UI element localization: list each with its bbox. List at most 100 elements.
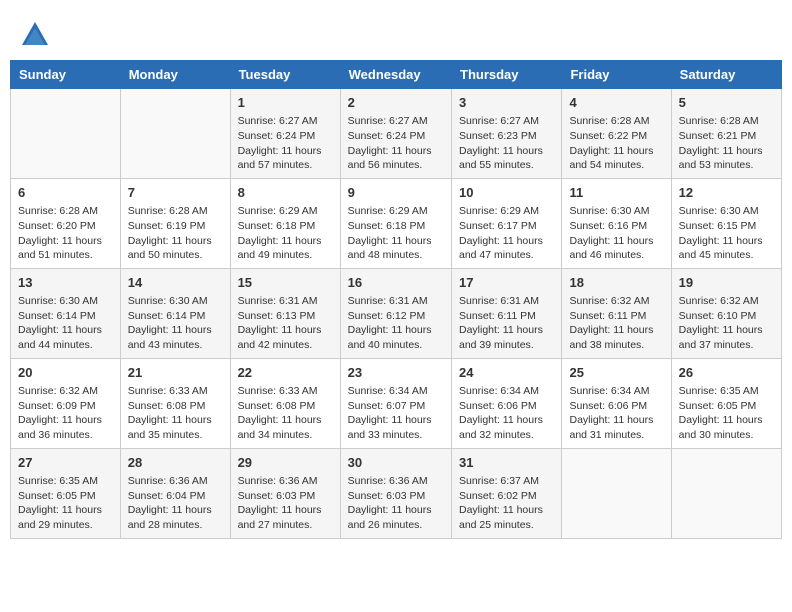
calendar-day-cell: 19Sunrise: 6:32 AMSunset: 6:10 PMDayligh… — [671, 268, 781, 358]
day-of-week-header: Saturday — [671, 61, 781, 89]
calendar-day-cell: 20 Sunrise: 6:32 AMSunset: 6:09 PMDayligh… — [11, 358, 121, 448]
day-number: 20 — [18, 364, 113, 382]
calendar-day-cell: 31Sunrise: 6:37 AMSunset: 6:02 PMDayligh… — [452, 448, 562, 538]
day-number: 19 — [679, 274, 774, 292]
day-info: Sunrise: 6:30 AMSunset: 6:15 PMDaylight:… — [679, 204, 774, 263]
day-info: Sunrise: 6:36 AMSunset: 6:03 PMDaylight:… — [348, 474, 444, 533]
day-of-week-header: Thursday — [452, 61, 562, 89]
day-info: Sunrise: 6:32 AMSunset: 6:11 PMDaylight:… — [569, 294, 663, 353]
calendar-day-cell: 5 Sunrise: 6:28 AMSunset: 6:21 PMDaylight… — [671, 89, 781, 179]
day-info: Sunrise: 6:33 AMSunset: 6:08 PMDaylight:… — [128, 384, 223, 443]
day-info: Sunrise: 6:28 AMSunset: 6:22 PMDaylight:… — [569, 114, 663, 173]
day-number: 24 — [459, 364, 554, 382]
calendar-day-cell — [11, 89, 121, 179]
day-info: Sunrise: 6:34 AMSunset: 6:07 PMDaylight:… — [348, 384, 444, 443]
calendar-day-cell: 27Sunrise: 6:35 AMSunset: 6:05 PMDayligh… — [11, 448, 121, 538]
calendar-day-cell: 1 Sunrise: 6:27 AMSunset: 6:24 PMDaylight… — [230, 89, 340, 179]
calendar-day-cell: 12Sunrise: 6:30 AMSunset: 6:15 PMDayligh… — [671, 178, 781, 268]
day-number: 9 — [348, 184, 444, 202]
calendar-day-cell: 15 Sunrise: 6:31 AMSunset: 6:13 PMDayligh… — [230, 268, 340, 358]
day-info: Sunrise: 6:31 AMSunset: 6:13 PMDaylight:… — [238, 294, 333, 353]
calendar-day-cell: 10 Sunrise: 6:29 AMSunset: 6:17 PMDayligh… — [452, 178, 562, 268]
logo — [20, 20, 54, 50]
day-number: 22 — [238, 364, 333, 382]
calendar-day-cell: 28 Sunrise: 6:36 AMSunset: 6:04 PMDayligh… — [120, 448, 230, 538]
calendar-day-cell: 17 Sunrise: 6:31 AMSunset: 6:11 PMDayligh… — [452, 268, 562, 358]
day-number: 23 — [348, 364, 444, 382]
calendar-week-row: 20 Sunrise: 6:32 AMSunset: 6:09 PMDayligh… — [11, 358, 782, 448]
day-number: 21 — [128, 364, 223, 382]
day-info: Sunrise: 6:29 AMSunset: 6:18 PMDaylight:… — [348, 204, 444, 263]
calendar-day-cell: 16 Sunrise: 6:31 AMSunset: 6:12 PMDayligh… — [340, 268, 451, 358]
calendar-day-cell: 29 Sunrise: 6:36 AMSunset: 6:03 PMDayligh… — [230, 448, 340, 538]
day-info: Sunrise: 6:35 AMSunset: 6:05 PMDaylight:… — [18, 474, 113, 533]
calendar-day-cell: 21 Sunrise: 6:33 AMSunset: 6:08 PMDayligh… — [120, 358, 230, 448]
calendar-day-cell: 18 Sunrise: 6:32 AMSunset: 6:11 PMDayligh… — [562, 268, 671, 358]
day-info: Sunrise: 6:32 AMSunset: 6:09 PMDaylight:… — [18, 384, 113, 443]
day-number: 6 — [18, 184, 113, 202]
day-of-week-header: Monday — [120, 61, 230, 89]
day-number: 2 — [348, 94, 444, 112]
calendar-week-row: 1 Sunrise: 6:27 AMSunset: 6:24 PMDaylight… — [11, 89, 782, 179]
day-of-week-header: Friday — [562, 61, 671, 89]
day-info: Sunrise: 6:28 AMSunset: 6:19 PMDaylight:… — [128, 204, 223, 263]
day-number: 29 — [238, 454, 333, 472]
calendar-day-cell — [120, 89, 230, 179]
day-info: Sunrise: 6:36 AMSunset: 6:03 PMDaylight:… — [238, 474, 333, 533]
calendar-day-cell: 4 Sunrise: 6:28 AMSunset: 6:22 PMDaylight… — [562, 89, 671, 179]
calendar-day-cell: 30 Sunrise: 6:36 AMSunset: 6:03 PMDayligh… — [340, 448, 451, 538]
day-info: Sunrise: 6:28 AMSunset: 6:20 PMDaylight:… — [18, 204, 113, 263]
calendar-day-cell: 6 Sunrise: 6:28 AMSunset: 6:20 PMDaylight… — [11, 178, 121, 268]
calendar-header-row: SundayMondayTuesdayWednesdayThursdayFrid… — [11, 61, 782, 89]
day-number: 17 — [459, 274, 554, 292]
day-number: 11 — [569, 184, 663, 202]
day-info: Sunrise: 6:27 AMSunset: 6:24 PMDaylight:… — [238, 114, 333, 173]
day-info: Sunrise: 6:30 AMSunset: 6:14 PMDaylight:… — [18, 294, 113, 353]
day-number: 15 — [238, 274, 333, 292]
day-info: Sunrise: 6:29 AMSunset: 6:18 PMDaylight:… — [238, 204, 333, 263]
calendar-day-cell — [562, 448, 671, 538]
day-info: Sunrise: 6:34 AMSunset: 6:06 PMDaylight:… — [459, 384, 554, 443]
day-info: Sunrise: 6:36 AMSunset: 6:04 PMDaylight:… — [128, 474, 223, 533]
calendar-day-cell: 23 Sunrise: 6:34 AMSunset: 6:07 PMDayligh… — [340, 358, 451, 448]
calendar-day-cell: 2 Sunrise: 6:27 AMSunset: 6:24 PMDaylight… — [340, 89, 451, 179]
day-number: 13 — [18, 274, 113, 292]
calendar-table: SundayMondayTuesdayWednesdayThursdayFrid… — [10, 60, 782, 539]
calendar-day-cell: 11 Sunrise: 6:30 AMSunset: 6:16 PMDayligh… — [562, 178, 671, 268]
calendar-day-cell: 22 Sunrise: 6:33 AMSunset: 6:08 PMDayligh… — [230, 358, 340, 448]
day-info: Sunrise: 6:31 AMSunset: 6:11 PMDaylight:… — [459, 294, 554, 353]
calendar-day-cell: 13 Sunrise: 6:30 AMSunset: 6:14 PMDayligh… — [11, 268, 121, 358]
day-info: Sunrise: 6:27 AMSunset: 6:24 PMDaylight:… — [348, 114, 444, 173]
day-number: 30 — [348, 454, 444, 472]
day-number: 5 — [679, 94, 774, 112]
day-of-week-header: Sunday — [11, 61, 121, 89]
page-header — [10, 10, 782, 55]
day-info: Sunrise: 6:28 AMSunset: 6:21 PMDaylight:… — [679, 114, 774, 173]
day-of-week-header: Wednesday — [340, 61, 451, 89]
day-number: 7 — [128, 184, 223, 202]
calendar-day-cell — [671, 448, 781, 538]
day-info: Sunrise: 6:34 AMSunset: 6:06 PMDaylight:… — [569, 384, 663, 443]
day-info: Sunrise: 6:30 AMSunset: 6:14 PMDaylight:… — [128, 294, 223, 353]
calendar-day-cell: 9 Sunrise: 6:29 AMSunset: 6:18 PMDaylight… — [340, 178, 451, 268]
logo-icon — [20, 20, 50, 50]
day-info: Sunrise: 6:33 AMSunset: 6:08 PMDaylight:… — [238, 384, 333, 443]
day-number: 1 — [238, 94, 333, 112]
day-info: Sunrise: 6:29 AMSunset: 6:17 PMDaylight:… — [459, 204, 554, 263]
day-number: 28 — [128, 454, 223, 472]
day-number: 16 — [348, 274, 444, 292]
day-number: 3 — [459, 94, 554, 112]
day-number: 18 — [569, 274, 663, 292]
calendar-day-cell: 8Sunrise: 6:29 AMSunset: 6:18 PMDaylight… — [230, 178, 340, 268]
calendar-day-cell: 3 Sunrise: 6:27 AMSunset: 6:23 PMDaylight… — [452, 89, 562, 179]
calendar-day-cell: 7 Sunrise: 6:28 AMSunset: 6:19 PMDaylight… — [120, 178, 230, 268]
calendar-day-cell: 26Sunrise: 6:35 AMSunset: 6:05 PMDayligh… — [671, 358, 781, 448]
day-info: Sunrise: 6:30 AMSunset: 6:16 PMDaylight:… — [569, 204, 663, 263]
day-number: 25 — [569, 364, 663, 382]
day-number: 10 — [459, 184, 554, 202]
day-number: 4 — [569, 94, 663, 112]
day-info: Sunrise: 6:27 AMSunset: 6:23 PMDaylight:… — [459, 114, 554, 173]
calendar-week-row: 13 Sunrise: 6:30 AMSunset: 6:14 PMDayligh… — [11, 268, 782, 358]
day-info: Sunrise: 6:35 AMSunset: 6:05 PMDaylight:… — [679, 384, 774, 443]
day-info: Sunrise: 6:31 AMSunset: 6:12 PMDaylight:… — [348, 294, 444, 353]
